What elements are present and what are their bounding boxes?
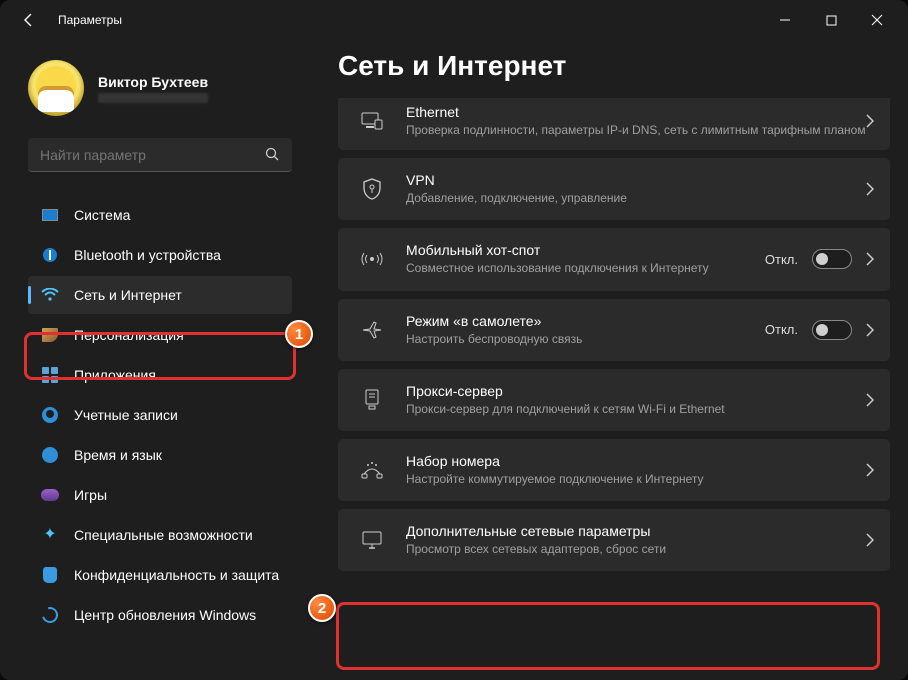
ethernet-icon <box>356 112 388 130</box>
annotation-badge-2: 2 <box>308 594 336 622</box>
card-dialup[interactable]: Набор номера Настройте коммутируемое под… <box>338 439 890 501</box>
profile-name: Виктор Бухтеев <box>98 74 208 90</box>
update-icon <box>40 605 60 625</box>
nav-network[interactable]: Сеть и Интернет <box>28 276 292 314</box>
search-box[interactable] <box>28 138 292 172</box>
hotspot-icon <box>356 250 388 268</box>
nav-gaming[interactable]: Игры <box>28 476 292 514</box>
toggle-state: Откл. <box>765 252 798 267</box>
main-panel: Сеть и Интернет Ethernet Проверка подлин… <box>310 40 908 680</box>
titlebar: Параметры <box>0 0 908 40</box>
sidebar: Виктор Бухтеев Система Bluetooth и устро… <box>0 40 310 680</box>
nav-label: Система <box>74 207 130 223</box>
clock-icon <box>40 445 60 465</box>
search-input[interactable] <box>40 147 265 163</box>
nav-accounts[interactable]: Учетные записи <box>28 396 292 434</box>
apps-icon <box>40 365 60 385</box>
toggle-state: Откл. <box>765 322 798 337</box>
brush-icon <box>40 325 60 345</box>
card-title: Дополнительные сетевые параметры <box>406 523 866 539</box>
hotspot-toggle[interactable] <box>812 249 852 269</box>
minimize-button[interactable] <box>762 5 808 35</box>
profile-email-blurred <box>98 93 208 103</box>
chevron-right-icon <box>866 393 874 407</box>
nav-apps[interactable]: Приложения <box>28 356 292 394</box>
nav-label: Приложения <box>74 367 156 383</box>
window-controls <box>762 5 900 35</box>
user-icon <box>40 405 60 425</box>
window-title: Параметры <box>58 13 122 27</box>
bluetooth-icon <box>40 245 60 265</box>
nav-update[interactable]: Центр обновления Windows <box>28 596 292 634</box>
shield-icon <box>40 565 60 585</box>
card-title: Набор номера <box>406 453 866 469</box>
accessibility-icon: ✦ <box>40 525 60 545</box>
nav-label: Специальные возможности <box>74 527 253 543</box>
nav-label: Bluetooth и устройства <box>74 247 221 263</box>
card-subtitle: Просмотр всех сетевых адаптеров, сброс с… <box>406 541 866 557</box>
chevron-right-icon <box>866 533 874 547</box>
maximize-button[interactable] <box>808 5 854 35</box>
nav-list: Система Bluetooth и устройства Сеть и Ин… <box>28 196 292 634</box>
card-subtitle: Добавление, подключение, управление <box>406 190 866 206</box>
card-subtitle: Настроить беспроводную связь <box>406 331 765 347</box>
chevron-right-icon <box>866 463 874 477</box>
airplane-icon <box>356 320 388 340</box>
card-subtitle: Прокси-сервер для подключений к сетям Wi… <box>406 401 866 417</box>
card-subtitle: Совместное использование подключения к И… <box>406 260 765 276</box>
card-title: Режим «в самолете» <box>406 313 765 329</box>
dialup-icon <box>356 461 388 479</box>
back-button[interactable] <box>14 5 44 35</box>
nav-bluetooth[interactable]: Bluetooth и устройства <box>28 236 292 274</box>
chevron-right-icon <box>866 323 874 337</box>
card-ethernet[interactable]: Ethernet Проверка подлинности, параметры… <box>338 98 890 150</box>
monitor-icon <box>356 530 388 550</box>
nav-label: Конфиденциальность и защита <box>74 567 279 583</box>
card-title: VPN <box>406 172 866 188</box>
annotation-badge-1: 1 <box>285 320 313 348</box>
card-title: Прокси-сервер <box>406 383 866 399</box>
settings-window: Параметры Виктор Бухтеев <box>0 0 908 680</box>
card-list: Ethernet Проверка подлинности, параметры… <box>338 98 890 571</box>
nav-label: Время и язык <box>74 447 162 463</box>
nav-privacy[interactable]: Конфиденциальность и защита <box>28 556 292 594</box>
nav-system[interactable]: Система <box>28 196 292 234</box>
card-advanced-network[interactable]: Дополнительные сетевые параметры Просмот… <box>338 509 890 571</box>
card-vpn[interactable]: VPN Добавление, подключение, управление <box>338 158 890 220</box>
close-button[interactable] <box>854 5 900 35</box>
nav-label: Сеть и Интернет <box>74 287 182 303</box>
card-subtitle: Проверка подлинности, параметры IP-и DNS… <box>406 122 866 138</box>
card-title: Мобильный хот-спот <box>406 242 765 258</box>
card-title: Ethernet <box>406 104 866 120</box>
search-icon <box>265 147 280 162</box>
page-title: Сеть и Интернет <box>338 50 890 82</box>
game-icon <box>40 485 60 505</box>
proxy-icon <box>356 389 388 411</box>
airplane-toggle[interactable] <box>812 320 852 340</box>
avatar <box>28 60 84 116</box>
nav-accessibility[interactable]: ✦ Специальные возможности <box>28 516 292 554</box>
card-airplane[interactable]: Режим «в самолете» Настроить беспроводну… <box>338 299 890 361</box>
nav-label: Игры <box>74 487 107 503</box>
nav-personalization[interactable]: Персонализация <box>28 316 292 354</box>
chevron-right-icon <box>866 114 874 128</box>
card-subtitle: Настройте коммутируемое подключение к Ин… <box>406 471 866 487</box>
system-icon <box>40 205 60 225</box>
nav-label: Учетные записи <box>74 407 178 423</box>
wifi-icon <box>40 285 60 305</box>
chevron-right-icon <box>866 252 874 266</box>
nav-label: Центр обновления Windows <box>74 607 256 623</box>
vpn-icon <box>356 178 388 200</box>
nav-label: Персонализация <box>74 327 184 343</box>
nav-time[interactable]: Время и язык <box>28 436 292 474</box>
chevron-right-icon <box>866 182 874 196</box>
card-proxy[interactable]: Прокси-сервер Прокси-сервер для подключе… <box>338 369 890 431</box>
profile-block[interactable]: Виктор Бухтеев <box>28 60 292 116</box>
card-hotspot[interactable]: Мобильный хот-спот Совместное использова… <box>338 228 890 290</box>
